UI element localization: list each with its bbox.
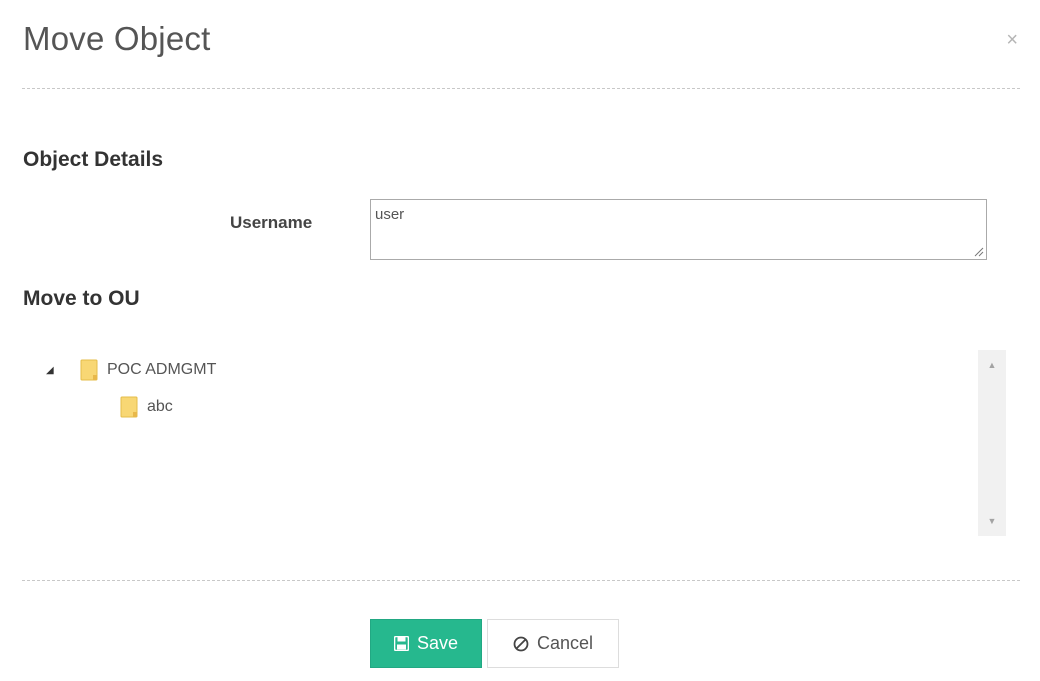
move-to-ou-heading: Move to OU	[23, 287, 140, 310]
ou-tree: ◢ POC ADMGMT abc ▲ ▼	[22, 350, 1006, 536]
dialog-title: Move Object	[23, 20, 211, 57]
cancel-label: Cancel	[536, 633, 594, 653]
folder-icon	[120, 396, 138, 418]
save-label: Save	[416, 633, 459, 653]
username-label: Username	[230, 213, 313, 232]
footer-divider	[22, 580, 1020, 581]
scroll-up-icon[interactable]: ▲	[978, 360, 1006, 370]
close-icon[interactable]: ×	[1006, 30, 1018, 50]
cancel-button[interactable]: Cancel	[487, 619, 619, 668]
folder-icon	[80, 359, 98, 381]
tree-node-label[interactable]: abc	[147, 398, 173, 416]
object-details-heading: Object Details	[23, 148, 164, 171]
floppy-disk-icon	[393, 636, 409, 651]
tree-scrollbar[interactable]: ▲ ▼	[978, 350, 1006, 536]
scroll-down-icon[interactable]: ▼	[978, 516, 1006, 526]
move-object-dialog: Move Object × Object Details Username us…	[0, 0, 1040, 681]
username-field-wrapper: user	[370, 199, 987, 260]
tree-node-abc[interactable]: abc	[120, 396, 173, 418]
expand-triangle-icon[interactable]: ◢	[46, 365, 56, 376]
dialog-header: Move Object ×	[22, 0, 1020, 89]
username-field[interactable]: user	[371, 200, 986, 259]
tree-node-poc-admgmt[interactable]: ◢ POC ADMGMT	[46, 359, 216, 381]
tree-node-label[interactable]: POC ADMGMT	[107, 361, 216, 379]
save-button[interactable]: Save	[370, 619, 482, 668]
ban-icon	[513, 636, 529, 652]
